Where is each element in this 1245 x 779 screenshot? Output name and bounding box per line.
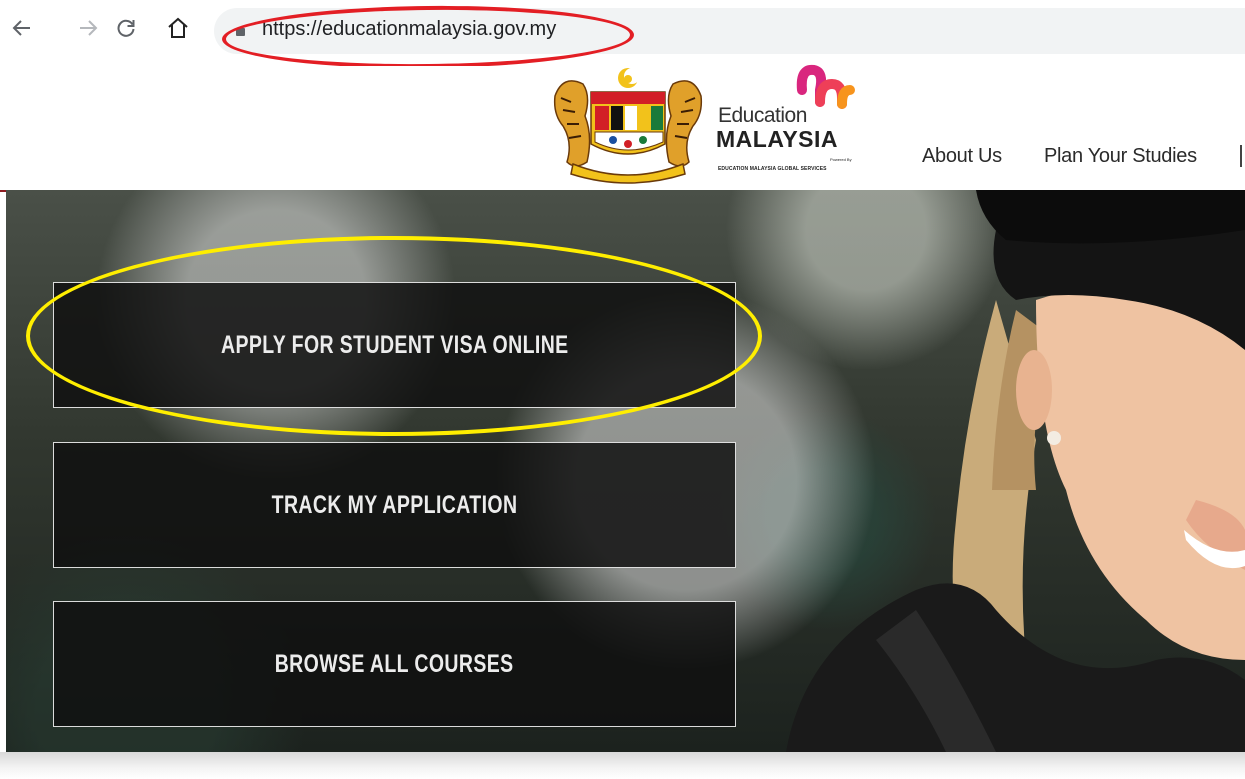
apply-button-highlight-annotation (26, 236, 762, 436)
brand-name-education: Education (718, 104, 807, 127)
browser-toolbar: https://educationmalaysia.gov.my (0, 0, 1245, 71)
malaysia-coat-of-arms-logo (553, 68, 703, 184)
back-arrow-icon[interactable] (8, 14, 36, 42)
browse-courses-label: BROWSE ALL COURSES (275, 649, 514, 678)
brand-tagline: EDUCATION MALAYSIA GLOBAL SERVICES (718, 166, 827, 172)
track-application-button[interactable]: TRACK MY APPLICATION (53, 442, 736, 568)
nav-about-us[interactable]: About Us (922, 145, 1002, 168)
graduate-woman-photo (786, 190, 1245, 752)
brand-name-malaysia: MALAYSIA (716, 126, 838, 152)
reload-icon[interactable] (112, 14, 140, 42)
nav-separator (1240, 145, 1242, 167)
browse-courses-button[interactable]: BROWSE ALL COURSES (53, 601, 736, 727)
home-icon[interactable] (164, 14, 192, 42)
hero-bottom-shadow (0, 752, 1245, 779)
track-application-label: TRACK MY APPLICATION (271, 490, 518, 519)
brand-powered-by: Powered By (830, 157, 852, 162)
forward-arrow-icon[interactable] (74, 14, 102, 42)
nav-plan-your-studies[interactable]: Plan Your Studies (1044, 145, 1197, 168)
